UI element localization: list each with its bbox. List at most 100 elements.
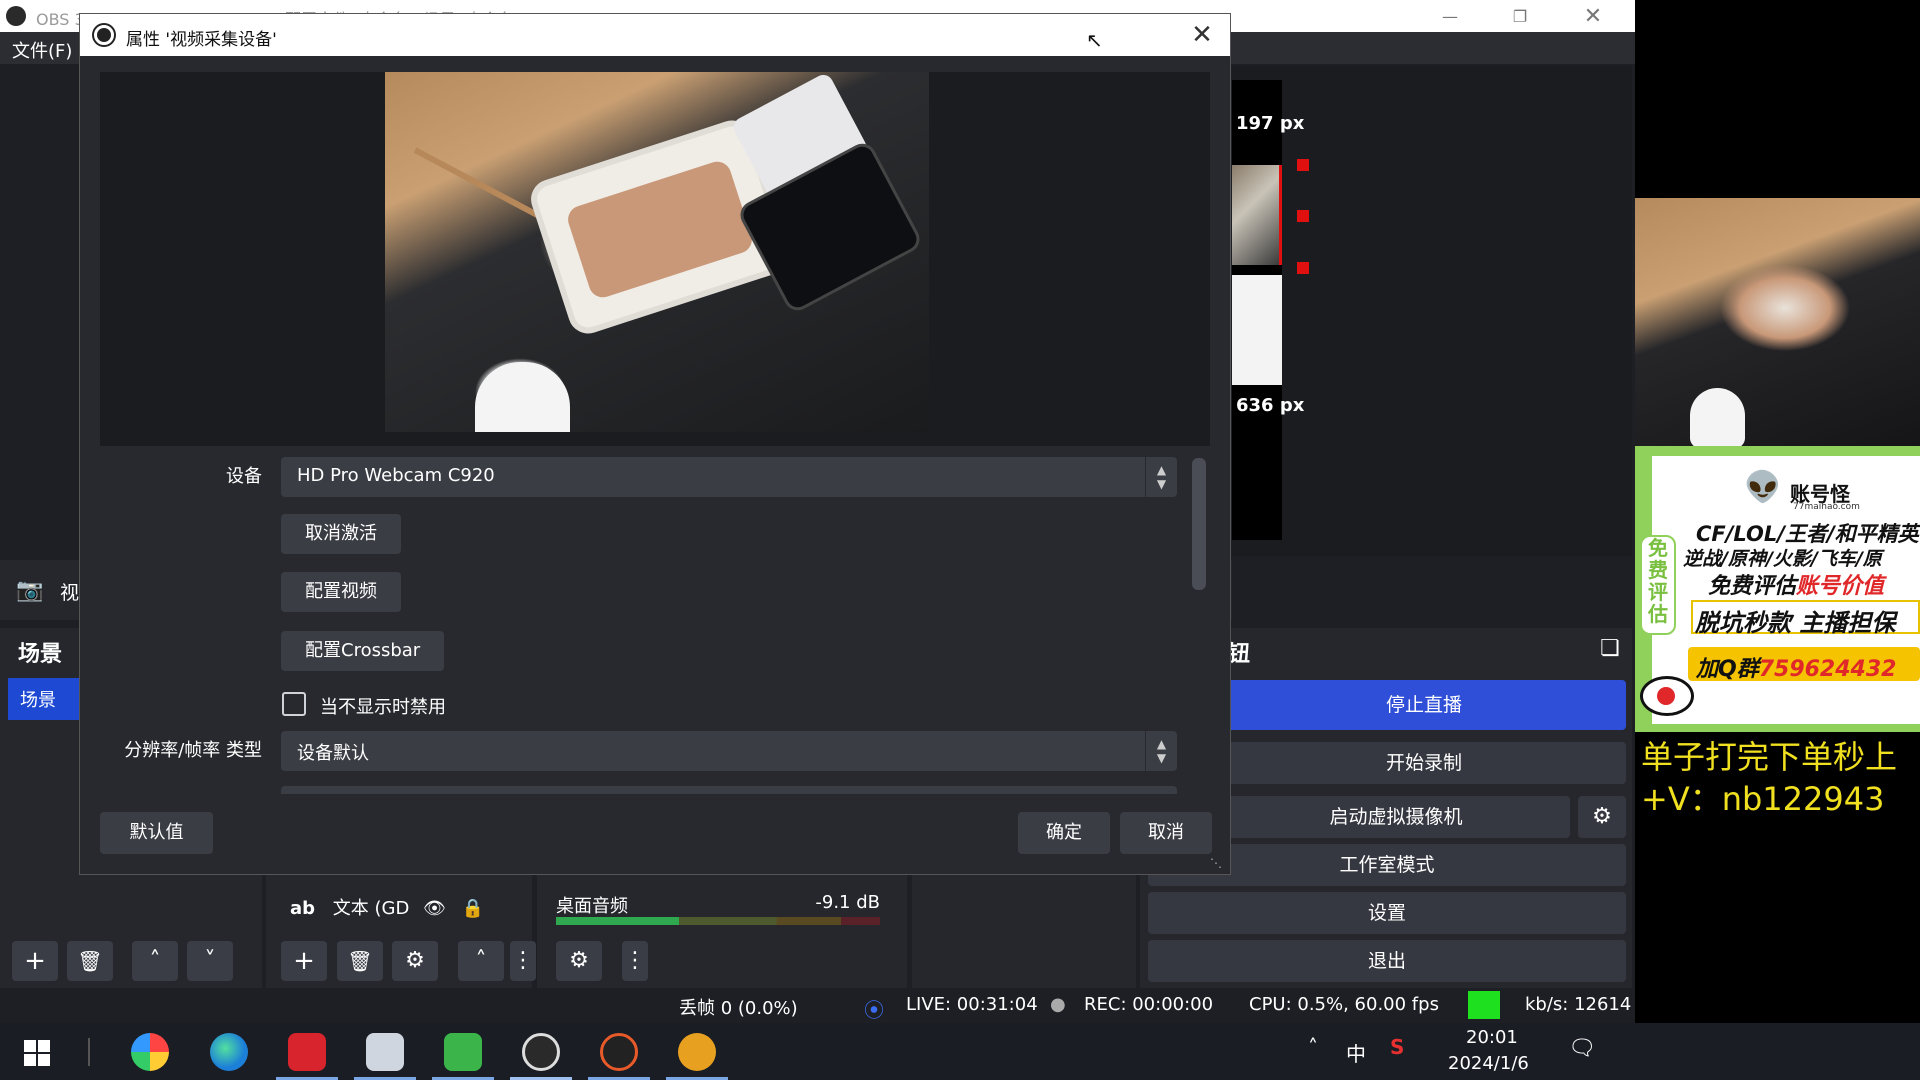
device-select-value: HD Pro Webcam C920 [297, 465, 495, 486]
rec-timer: REC: 00:00:00 [1084, 994, 1214, 1015]
checkbox-label: 当不显示时禁用 [320, 697, 446, 718]
properties-dialog: 属性 '视频采集设备' ↖ ✕ 设备 HD Pro Webcam C920 ▲ ▼… [80, 14, 1230, 874]
broadcast-icon: ⦿ [864, 998, 884, 1022]
mixer-track: 桌面音频 -9.1 dB [556, 892, 880, 918]
crossfire-app-icon[interactable] [678, 1033, 716, 1071]
chevron-up-icon[interactable]: ˄ [132, 941, 178, 981]
minimize-button[interactable]: — [1420, 0, 1480, 32]
device-select[interactable]: HD Pro Webcam C920 ▲ ▼ [281, 457, 1177, 497]
ad-group-number: 759624432 [1758, 657, 1897, 682]
mixer-track-name: 桌面音频 [556, 896, 628, 917]
deactivate-button[interactable]: 取消激活 [281, 514, 401, 554]
mouse-cursor-icon: ↖ [1086, 28, 1103, 52]
dropped-frames: 丢帧 0 (0.0%) [679, 998, 798, 1019]
tray-chevron-up-icon[interactable]: ˄ [1308, 1035, 1318, 1059]
configure-video-button[interactable]: 配置视频 [281, 572, 401, 612]
add-source-button[interactable]: + [281, 941, 327, 981]
game-app-icon[interactable] [600, 1033, 638, 1071]
clock-time[interactable]: 20:01 [1466, 1027, 1518, 1048]
bitrate: kb/s: 12614 [1525, 994, 1632, 1015]
color-wheel-app-icon[interactable] [131, 1033, 169, 1071]
ad-eval-highlight: 账号价值 [1796, 574, 1885, 599]
status-bar: 丢帧 0 (0.0%) ⦿ LIVE: 00:31:04 ● REC: 00:0… [0, 988, 1635, 1023]
stream-webcam-view [1635, 198, 1920, 446]
gear-icon[interactable]: ⚙ [556, 941, 602, 981]
resolution-type-label: 分辨率/帧率 类型 [124, 740, 262, 761]
gear-icon[interactable]: ⚙ [392, 941, 438, 981]
chevron-down-icon[interactable]: ˅ [187, 941, 233, 981]
resolution-type-value: 设备默认 [297, 743, 369, 764]
text-source-icon: ab [290, 898, 316, 919]
cpu-fps: CPU: 0.5%, 60.00 fps [1249, 994, 1439, 1015]
select-arrows-icon: ▲ ▼ [1145, 731, 1177, 771]
dialog-scrollbar[interactable] [1192, 458, 1206, 590]
overlay-text-line2: +V：nb122943 [1641, 780, 1885, 818]
sogou-ime-icon[interactable]: S [1390, 1035, 1404, 1059]
add-scene-button[interactable]: + [12, 941, 58, 981]
settings-button[interactable]: 设置 [1148, 892, 1626, 934]
resize-handle[interactable] [1297, 159, 1309, 171]
more-icon[interactable]: ⋮ [622, 941, 648, 981]
notification-icon[interactable]: 🗨 [1568, 1036, 1596, 1061]
live-timer: LIVE: 00:31:04 [906, 994, 1038, 1015]
resize-grip-icon[interactable]: ⋱ [1210, 856, 1222, 870]
volume-meter[interactable] [556, 917, 880, 925]
next-field-partial [281, 786, 1177, 794]
start-record-button[interactable]: 开始录制 [1222, 742, 1626, 784]
nvidia-app-icon[interactable] [444, 1033, 482, 1071]
camera-icon[interactable]: 📷 [16, 578, 43, 603]
close-window-button[interactable]: ✕ [1563, 0, 1623, 32]
taskbar-divider [88, 1038, 90, 1066]
canvas-selected-source[interactable] [1232, 165, 1282, 265]
gear-icon[interactable]: ⚙ [1578, 796, 1626, 838]
dialog-titlebar: 属性 '视频采集设备' ↖ ✕ [80, 14, 1230, 56]
restore-button[interactable]: ❐ [1490, 0, 1550, 32]
disable-when-hidden-checkbox[interactable] [282, 692, 306, 716]
windows-start-icon[interactable] [24, 1040, 50, 1066]
scenes-title: 场景 [18, 642, 63, 667]
exit-button[interactable]: 退出 [1148, 940, 1626, 982]
edge-browser-icon[interactable] [210, 1033, 248, 1071]
more-icon[interactable]: ⋮ [510, 941, 536, 981]
menu-file[interactable]: 文件(F) [12, 37, 72, 63]
canvas-width-label: 197 px [1236, 113, 1305, 134]
computer-mouse [475, 362, 570, 432]
obs-taskbar-icon[interactable] [522, 1033, 560, 1071]
defaults-button[interactable]: 默认值 [100, 812, 213, 854]
obs-logo-icon [6, 6, 26, 26]
clock-date[interactable]: 2024/1/6 [1448, 1053, 1529, 1074]
ad-vertical-badge: 免费评估 [1640, 535, 1676, 635]
ad-eval-text: 免费评估 [1708, 574, 1797, 599]
resize-handle[interactable] [1297, 210, 1309, 222]
stop-stream-button[interactable]: 停止直播 [1222, 680, 1626, 730]
image-viewer-icon[interactable] [366, 1033, 404, 1071]
cancel-button[interactable]: 取消 [1120, 812, 1212, 854]
device-label: 设备 [226, 466, 262, 487]
eye-icon [1640, 676, 1694, 716]
source-row[interactable]: ab 文本 (GD 👁 🔒 [290, 894, 484, 920]
virtual-camera-button[interactable]: 启动虚拟摄像机 [1222, 796, 1570, 838]
trash-icon[interactable]: 🗑 [337, 941, 383, 981]
ad-eval-line: 免费评估账号价值 [1708, 568, 1884, 600]
resize-handle[interactable] [1297, 262, 1309, 274]
main-preview-canvas[interactable] [1232, 66, 1632, 556]
mixer-db-value: -9.1 dB [815, 892, 880, 913]
lock-icon[interactable]: 🔒 [462, 898, 484, 919]
close-icon[interactable]: ✕ [1184, 18, 1220, 52]
ok-button[interactable]: 确定 [1018, 812, 1110, 854]
ime-indicator[interactable]: 中 [1346, 1038, 1366, 1067]
dialog-title: 属性 '视频采集设备' [126, 30, 277, 50]
canvas-height-label: 636 px [1236, 395, 1305, 416]
undock-icon[interactable]: ❏ [1600, 636, 1620, 661]
canvas-ad-source[interactable] [1232, 275, 1282, 385]
configure-crossbar-button[interactable]: 配置Crossbar [281, 631, 445, 671]
music-app-icon[interactable] [288, 1033, 326, 1071]
eye-icon[interactable]: 👁 [423, 898, 446, 919]
resolution-type-select[interactable]: 设备默认 ▲ ▼ [281, 731, 1177, 771]
transitions-dock [912, 860, 1136, 988]
scene-list-item[interactable]: 场景 [8, 678, 84, 720]
ad-group-line: 加Q群759624432 [1696, 651, 1896, 683]
trash-icon[interactable]: 🗑 [67, 941, 113, 981]
chevron-up-icon[interactable]: ˄ [458, 941, 504, 981]
controls-title: 钮 [1228, 642, 1251, 667]
